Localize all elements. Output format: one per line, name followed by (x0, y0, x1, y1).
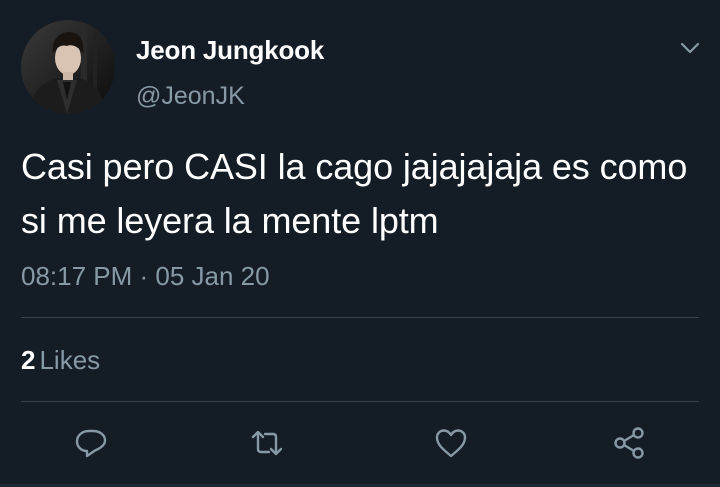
divider (21, 317, 699, 318)
avatar[interactable] (21, 20, 115, 114)
avatar-image (21, 20, 115, 114)
likes-label: Likes (39, 345, 101, 375)
retweet-icon (251, 430, 283, 456)
tweet-card: Jeon Jungkook @JeonJK Casi pero CASI la … (0, 0, 720, 487)
chevron-down-icon[interactable] (678, 36, 702, 60)
likes-summary[interactable]: 2 Likes (21, 343, 100, 377)
likes-count: 2 (21, 345, 36, 375)
share-button[interactable] (609, 423, 649, 463)
like-button[interactable] (431, 423, 471, 463)
tweet-header: Jeon Jungkook @JeonJK (21, 20, 701, 120)
display-name[interactable]: Jeon Jungkook (136, 34, 324, 66)
tweet-text: Casi pero CASI la cago jajajajaja es com… (21, 146, 688, 241)
reply-button[interactable] (71, 423, 111, 463)
tweet-actions (0, 423, 720, 463)
share-icon (614, 427, 644, 459)
divider (21, 401, 699, 402)
retweet-button[interactable] (247, 423, 287, 463)
reply-icon (75, 429, 107, 458)
user-handle[interactable]: @JeonJK (136, 80, 324, 112)
tweet-timestamp[interactable]: 08:17 PM · 05 Jan 20 (21, 259, 270, 293)
user-names: Jeon Jungkook @JeonJK (136, 34, 324, 112)
heart-icon (435, 429, 467, 458)
